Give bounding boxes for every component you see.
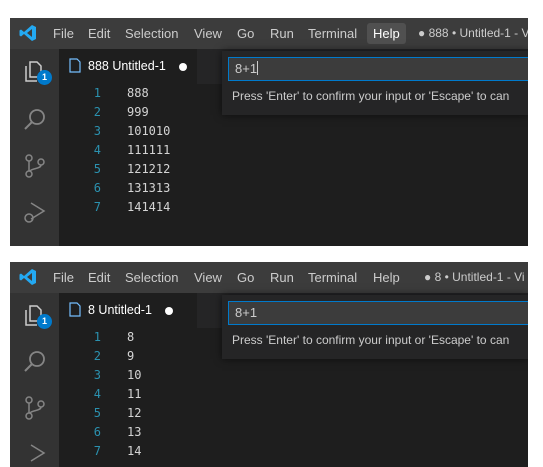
menu-terminal[interactable]: Terminal — [302, 262, 363, 293]
line-number: 5 — [93, 162, 101, 176]
line-text[interactable]: 131313 — [127, 179, 170, 198]
activity-bar: 1 — [10, 49, 59, 246]
menu-selection[interactable]: Selection — [119, 18, 184, 49]
tab-label: 8 Untitled-1 — [88, 303, 152, 317]
line-text[interactable]: 9 — [127, 347, 134, 366]
source-control-icon[interactable] — [22, 153, 48, 179]
quick-input-value[interactable]: 8+1 — [235, 305, 257, 320]
line-number: 2 — [93, 105, 101, 119]
vscode-logo-icon — [19, 25, 36, 41]
vscode-window-bottom: File Edit Selection View Go Run Terminal… — [10, 262, 528, 467]
line-number: 6 — [93, 181, 101, 195]
line-number: 3 — [93, 368, 101, 382]
line-text[interactable]: 999 — [127, 103, 149, 122]
menu-edit[interactable]: Edit — [82, 262, 116, 293]
line-text[interactable]: 8 — [127, 328, 134, 347]
activity-bar: 1 — [10, 293, 59, 467]
tab-untitled-1[interactable]: 8 Untitled-1 — [59, 293, 197, 328]
explorer-badge: 1 — [37, 70, 52, 85]
file-icon — [69, 58, 81, 73]
menu-go[interactable]: Go — [231, 18, 260, 49]
menu-run[interactable]: Run — [264, 262, 300, 293]
menu-view[interactable]: View — [188, 262, 228, 293]
line-number: 5 — [93, 406, 101, 420]
title-bar: File Edit Selection View Go Run Terminal… — [10, 262, 528, 293]
quick-input-message: Press 'Enter' to confirm your input or '… — [232, 89, 510, 103]
line-text[interactable]: 111111 — [127, 141, 170, 160]
window-title: ● 888 • Untitled-1 - V — [418, 26, 528, 40]
menu-terminal[interactable]: Terminal — [302, 18, 363, 49]
tab-label: 888 Untitled-1 — [88, 59, 166, 73]
source-control-icon[interactable] — [22, 395, 48, 421]
menu-file[interactable]: File — [47, 18, 80, 49]
line-number: 2 — [93, 349, 101, 363]
menu-run[interactable]: Run — [264, 18, 300, 49]
line-number: 7 — [93, 444, 101, 458]
quick-input-widget: 8+1 Press 'Enter' to confirm your input … — [222, 51, 528, 115]
explorer-icon[interactable]: 1 — [22, 59, 52, 85]
line-number: 1 — [93, 86, 101, 100]
quick-input-field[interactable]: 8+1 — [228, 301, 528, 325]
quick-input-message: Press 'Enter' to confirm your input or '… — [232, 333, 510, 347]
line-text[interactable]: 888 — [127, 84, 149, 103]
line-text[interactable]: 141414 — [127, 198, 170, 217]
text-cursor — [257, 61, 259, 75]
menu-file[interactable]: File — [47, 262, 80, 293]
menu-edit[interactable]: Edit — [82, 18, 116, 49]
menu-view[interactable]: View — [188, 18, 228, 49]
file-icon — [69, 302, 81, 317]
run-debug-icon[interactable] — [22, 441, 48, 467]
line-text[interactable]: 13 — [127, 423, 141, 442]
quick-input-field[interactable]: 8+1 — [228, 57, 528, 81]
explorer-badge: 1 — [37, 314, 52, 329]
menu-go[interactable]: Go — [231, 262, 260, 293]
line-text[interactable]: 12 — [127, 404, 141, 423]
line-number: 4 — [93, 143, 101, 157]
unsaved-dot-icon[interactable] — [165, 307, 173, 315]
line-text[interactable]: 121212 — [127, 160, 170, 179]
window-title: ● 8 • Untitled-1 - Vi — [424, 270, 525, 284]
search-icon[interactable] — [22, 107, 48, 133]
line-number: 1 — [93, 330, 101, 344]
menu-selection[interactable]: Selection — [119, 262, 184, 293]
search-icon[interactable] — [22, 349, 48, 375]
explorer-icon[interactable]: 1 — [22, 303, 52, 329]
title-bar: File Edit Selection View Go Run Terminal… — [10, 18, 528, 49]
quick-input-widget: 8+1 Press 'Enter' to confirm your input … — [222, 295, 528, 359]
line-number: 3 — [93, 124, 101, 138]
line-text[interactable]: 14 — [127, 442, 141, 461]
line-text[interactable]: 10 — [127, 366, 141, 385]
run-debug-icon[interactable] — [22, 199, 48, 225]
line-number: 4 — [93, 387, 101, 401]
line-number: 7 — [93, 200, 101, 214]
vscode-logo-icon — [19, 269, 36, 285]
tab-untitled-1[interactable]: 888 Untitled-1 — [59, 49, 197, 84]
quick-input-value[interactable]: 8+1 — [235, 61, 257, 76]
unsaved-dot-icon[interactable] — [179, 63, 187, 71]
line-number: 6 — [93, 425, 101, 439]
vscode-window-top: File Edit Selection View Go Run Terminal… — [10, 18, 528, 246]
line-text[interactable]: 101010 — [127, 122, 170, 141]
line-text[interactable]: 11 — [127, 385, 141, 404]
menu-help[interactable]: Help — [367, 262, 406, 293]
menu-help[interactable]: Help — [367, 23, 406, 44]
